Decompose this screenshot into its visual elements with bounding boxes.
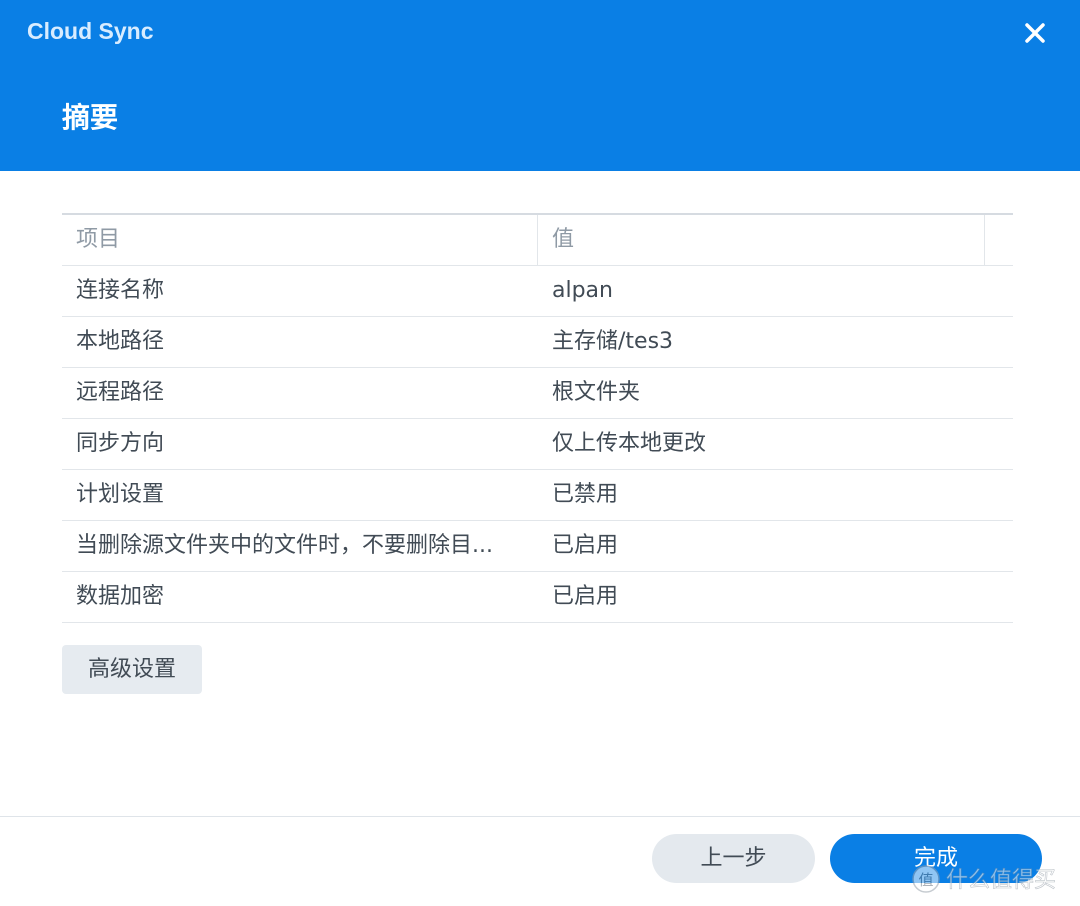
row-value: 仅上传本地更改: [552, 431, 707, 456]
table-header-row: 项目 值: [62, 215, 1013, 266]
table-row: 本地路径 主存储/tes3: [62, 317, 1013, 368]
table-row: 同步方向 仅上传本地更改: [62, 419, 1013, 470]
column-divider: [537, 215, 538, 265]
row-item: 计划设置: [76, 482, 165, 507]
column-divider: [984, 215, 985, 265]
column-header-item[interactable]: 项目: [76, 215, 532, 265]
row-value: 主存储/tes3: [552, 329, 674, 354]
previous-button[interactable]: 上一步: [652, 834, 815, 883]
table-row: 远程路径 根文件夹: [62, 368, 1013, 419]
row-item: 同步方向: [76, 431, 165, 456]
row-item: 远程路径: [76, 380, 165, 405]
page-title: 摘要: [62, 101, 119, 134]
table-row: 当删除源文件夹中的文件时，不要删除目... 已启用: [62, 521, 1013, 572]
close-button[interactable]: [1018, 16, 1052, 50]
row-item: 本地路径: [76, 329, 165, 354]
dialog-header: Cloud Sync 摘要: [0, 0, 1080, 171]
row-value: 已禁用: [552, 482, 619, 507]
table-row: 连接名称 alpan: [62, 266, 1013, 317]
summary-table: 项目 值 连接名称 alpan 本地路径 主存储/tes3 远程路径 根文件夹 …: [62, 213, 1013, 623]
row-value: 已启用: [552, 533, 619, 558]
row-value: 已启用: [552, 584, 619, 609]
table-row: 计划设置 已禁用: [62, 470, 1013, 521]
column-header-value[interactable]: 值: [552, 215, 992, 265]
close-icon: [1025, 23, 1045, 43]
row-item: 当删除源文件夹中的文件时，不要删除目...: [76, 533, 493, 558]
row-value: 根文件夹: [552, 380, 641, 405]
row-item: 数据加密: [76, 584, 165, 609]
table-row: 数据加密 已启用: [62, 572, 1013, 623]
finish-button[interactable]: 完成: [830, 834, 1042, 883]
advanced-settings-button[interactable]: 高级设置: [62, 645, 202, 694]
row-item: 连接名称: [76, 278, 165, 303]
app-title: Cloud Sync: [27, 18, 154, 44]
row-value: alpan: [552, 278, 613, 303]
